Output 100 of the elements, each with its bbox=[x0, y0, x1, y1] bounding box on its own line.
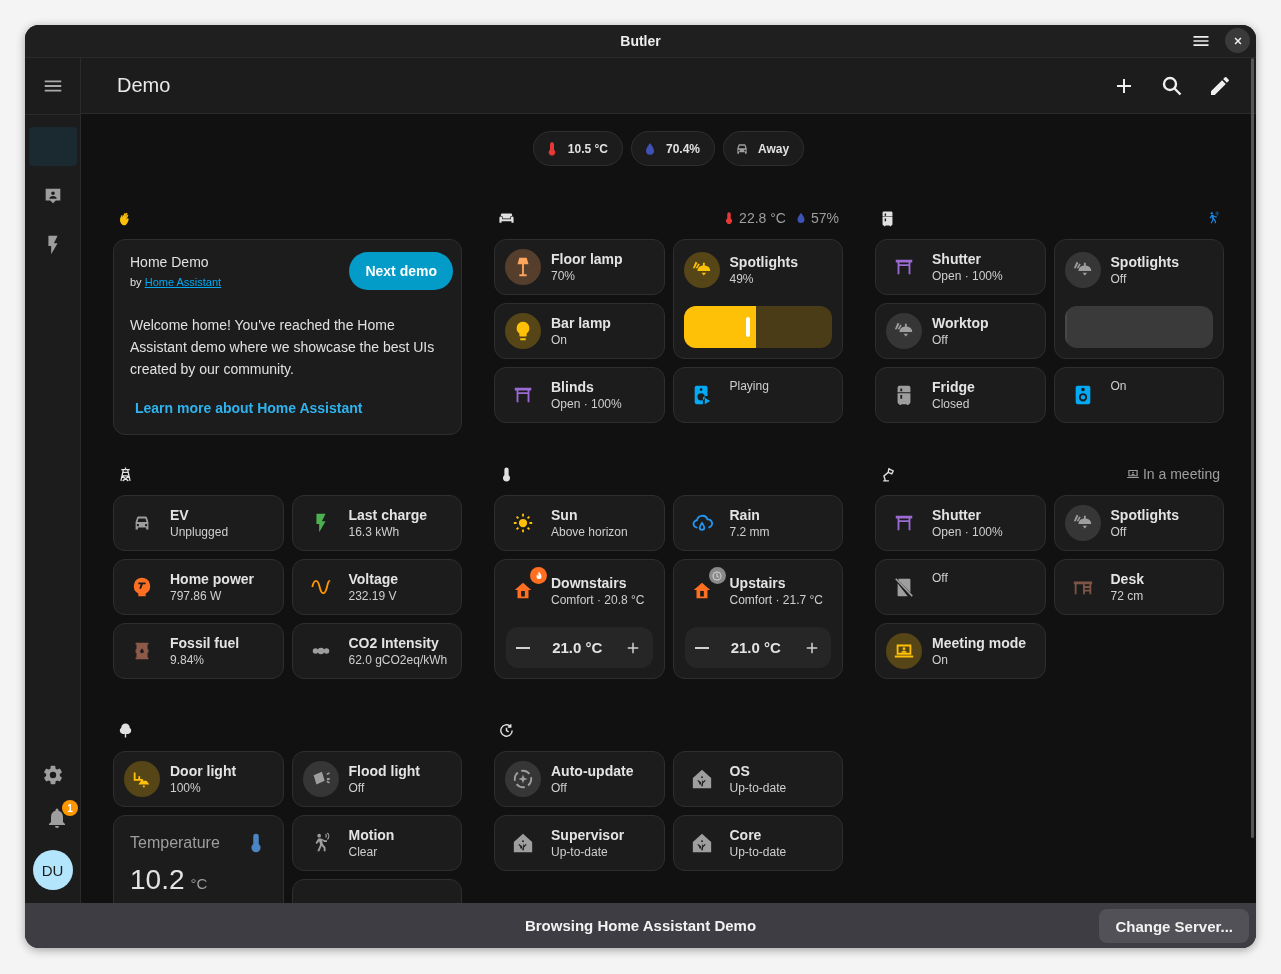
sensor-value: 10.2 bbox=[130, 864, 185, 896]
change-server-button[interactable]: Change Server... bbox=[1099, 909, 1249, 943]
page-title: Demo bbox=[117, 74, 172, 97]
entity-state: 7.2 mm bbox=[729, 523, 770, 540]
entity-state: Off bbox=[932, 331, 949, 348]
entity-name: Worktop bbox=[932, 314, 989, 332]
entity-tile[interactable]: Playing bbox=[672, 367, 843, 423]
entity-state: Off bbox=[551, 779, 568, 796]
entity-state: Open · 100% bbox=[932, 267, 1003, 284]
entity-tile[interactable]: Supervisor Up-to-date bbox=[494, 815, 665, 871]
sensor-card[interactable]: Temperature 10.2 °C bbox=[113, 815, 284, 903]
entity-tile[interactable]: Flood light Off bbox=[291, 751, 462, 807]
card-title: Home Demo bbox=[130, 254, 210, 270]
window-title: Butler bbox=[620, 33, 661, 49]
entity-state: 232.19 V bbox=[348, 587, 398, 604]
entity-tile[interactable]: Fossil fuel 9.84% bbox=[113, 623, 284, 679]
entity-tile[interactable]: Core Up-to-date bbox=[672, 815, 843, 871]
toggle-button[interactable] bbox=[124, 761, 160, 797]
entity-tile[interactable]: Motion Clear bbox=[291, 815, 462, 871]
entity-name: CO2 Intensity bbox=[348, 634, 440, 652]
entity-tile[interactable]: EV Unplugged bbox=[113, 495, 284, 551]
entity-name: Upstairs bbox=[729, 574, 787, 592]
sensor-unit: °C bbox=[190, 875, 208, 892]
entity-tile[interactable]: Worktop Off bbox=[875, 303, 1046, 359]
entity-tile[interactable]: Blinds Open · 100% bbox=[494, 367, 665, 423]
thermostat-tile[interactable]: Downstairs Comfort · 20.8 °C 21.0 °C bbox=[494, 559, 665, 679]
entity-tile[interactable]: Rain 7.2 mm bbox=[672, 495, 843, 551]
entity-tile[interactable]: Last charge 16.3 kWh bbox=[291, 495, 462, 551]
entity-tile[interactable]: Spotlights Off bbox=[1053, 239, 1224, 359]
settings-icon bbox=[41, 764, 64, 786]
learn-more-link[interactable]: Learn more about Home Assistant bbox=[135, 400, 363, 416]
entity-state: On bbox=[551, 331, 568, 348]
toggle-button[interactable] bbox=[505, 761, 541, 797]
toggle-button[interactable] bbox=[886, 313, 922, 349]
toggle-button[interactable] bbox=[505, 313, 541, 349]
badge-value: 10.5 °C bbox=[567, 141, 608, 156]
toggle-button[interactable] bbox=[505, 249, 541, 285]
entity-state: Unplugged bbox=[170, 523, 229, 540]
entity-name: Floor lamp bbox=[551, 250, 623, 268]
entity-state: Up-to-date bbox=[729, 843, 787, 860]
entity-tile[interactable]: OS Up-to-date bbox=[672, 751, 843, 807]
toggle-button[interactable] bbox=[1064, 505, 1101, 541]
entity-name: Meeting mode bbox=[932, 634, 1027, 652]
user-avatar[interactable]: DU bbox=[32, 850, 73, 890]
entity-tile[interactable]: Door light 100% bbox=[113, 751, 284, 807]
entity-tile[interactable]: On bbox=[1053, 367, 1224, 423]
entity-name: EV bbox=[170, 506, 190, 524]
minus-icon bbox=[516, 646, 530, 649]
toggle-button[interactable] bbox=[302, 761, 339, 797]
brightness-slider[interactable] bbox=[683, 306, 832, 348]
entity-tile[interactable]: Off bbox=[875, 559, 1046, 615]
author-link[interactable]: Home Assistant bbox=[144, 276, 222, 288]
toggle-button[interactable] bbox=[886, 633, 922, 669]
entity-state: Above horizon bbox=[551, 523, 628, 540]
entity-tile[interactable]: Floor lamp 70% bbox=[494, 239, 665, 295]
entity-tile[interactable]: Auto-update Off bbox=[494, 751, 665, 807]
entity-tile[interactable]: Fridge Closed bbox=[875, 367, 1046, 423]
entity-state: 49% bbox=[729, 270, 755, 287]
entity-name: Sun bbox=[551, 506, 579, 524]
entity-state: Clear bbox=[348, 843, 379, 860]
status-badge[interactable]: 10.5 °C bbox=[532, 131, 623, 166]
entity-name: Downstairs bbox=[551, 574, 628, 592]
scrollbar[interactable] bbox=[1251, 58, 1254, 838]
entity-name: Rain bbox=[729, 506, 761, 524]
status-badge[interactable]: Away bbox=[723, 131, 805, 166]
entity-tile[interactable]: Voltage 232.19 V bbox=[291, 559, 462, 615]
entity-state: On bbox=[1110, 378, 1127, 394]
entity-tile[interactable]: Meeting mode On bbox=[875, 623, 1046, 679]
target-temperature: 21.0 °C bbox=[730, 639, 781, 656]
entity-tile[interactable]: Spotlights 49% bbox=[672, 239, 843, 359]
power-tower-icon bbox=[117, 465, 134, 483]
entity-tile[interactable]: Bar lamp On bbox=[494, 303, 665, 359]
toggle-button[interactable] bbox=[683, 252, 720, 288]
toggle-button[interactable] bbox=[1064, 252, 1101, 288]
entity-tile[interactable]: Spotlights Off bbox=[1053, 495, 1224, 551]
entity-state: 100% bbox=[170, 779, 202, 796]
entity-name: Fossil fuel bbox=[170, 634, 240, 652]
entity-state: 70% bbox=[551, 267, 577, 284]
author-line: by Home Assistant bbox=[130, 276, 222, 288]
brightness-slider[interactable] bbox=[1064, 306, 1213, 348]
update-icon bbox=[498, 721, 515, 739]
entity-name: Spotlights bbox=[1110, 506, 1179, 524]
entity-state: On bbox=[932, 651, 949, 668]
settings-button[interactable] bbox=[41, 764, 64, 786]
entity-tile[interactable]: Shutter Open · 100% bbox=[875, 239, 1046, 295]
entity-tile[interactable]: Sun Above horizon bbox=[494, 495, 665, 551]
close-button[interactable] bbox=[1225, 28, 1250, 53]
entity-name: Shutter bbox=[932, 506, 982, 524]
entity-tile[interactable]: Desk 72 cm bbox=[1053, 559, 1224, 615]
entity-state: Off bbox=[932, 570, 948, 586]
dashed-circle-icon bbox=[512, 768, 534, 790]
entity-name: Bar lamp bbox=[551, 314, 611, 332]
status-badge[interactable]: 70.4% bbox=[631, 131, 715, 166]
entity-state: Open · 100% bbox=[551, 395, 622, 412]
entity-state: 9.84% bbox=[170, 651, 206, 668]
entity-tile[interactable]: Home power 797.86 W bbox=[113, 559, 284, 615]
entity-tile[interactable]: CO2 Intensity 62.0 gCO2eq/kWh bbox=[291, 623, 462, 679]
entity-name: Voltage bbox=[348, 570, 399, 588]
entity-tile[interactable]: Shutter Open · 100% bbox=[875, 495, 1046, 551]
thermostat-tile[interactable]: Upstairs Comfort · 21.7 °C 21.0 °C bbox=[672, 559, 843, 679]
